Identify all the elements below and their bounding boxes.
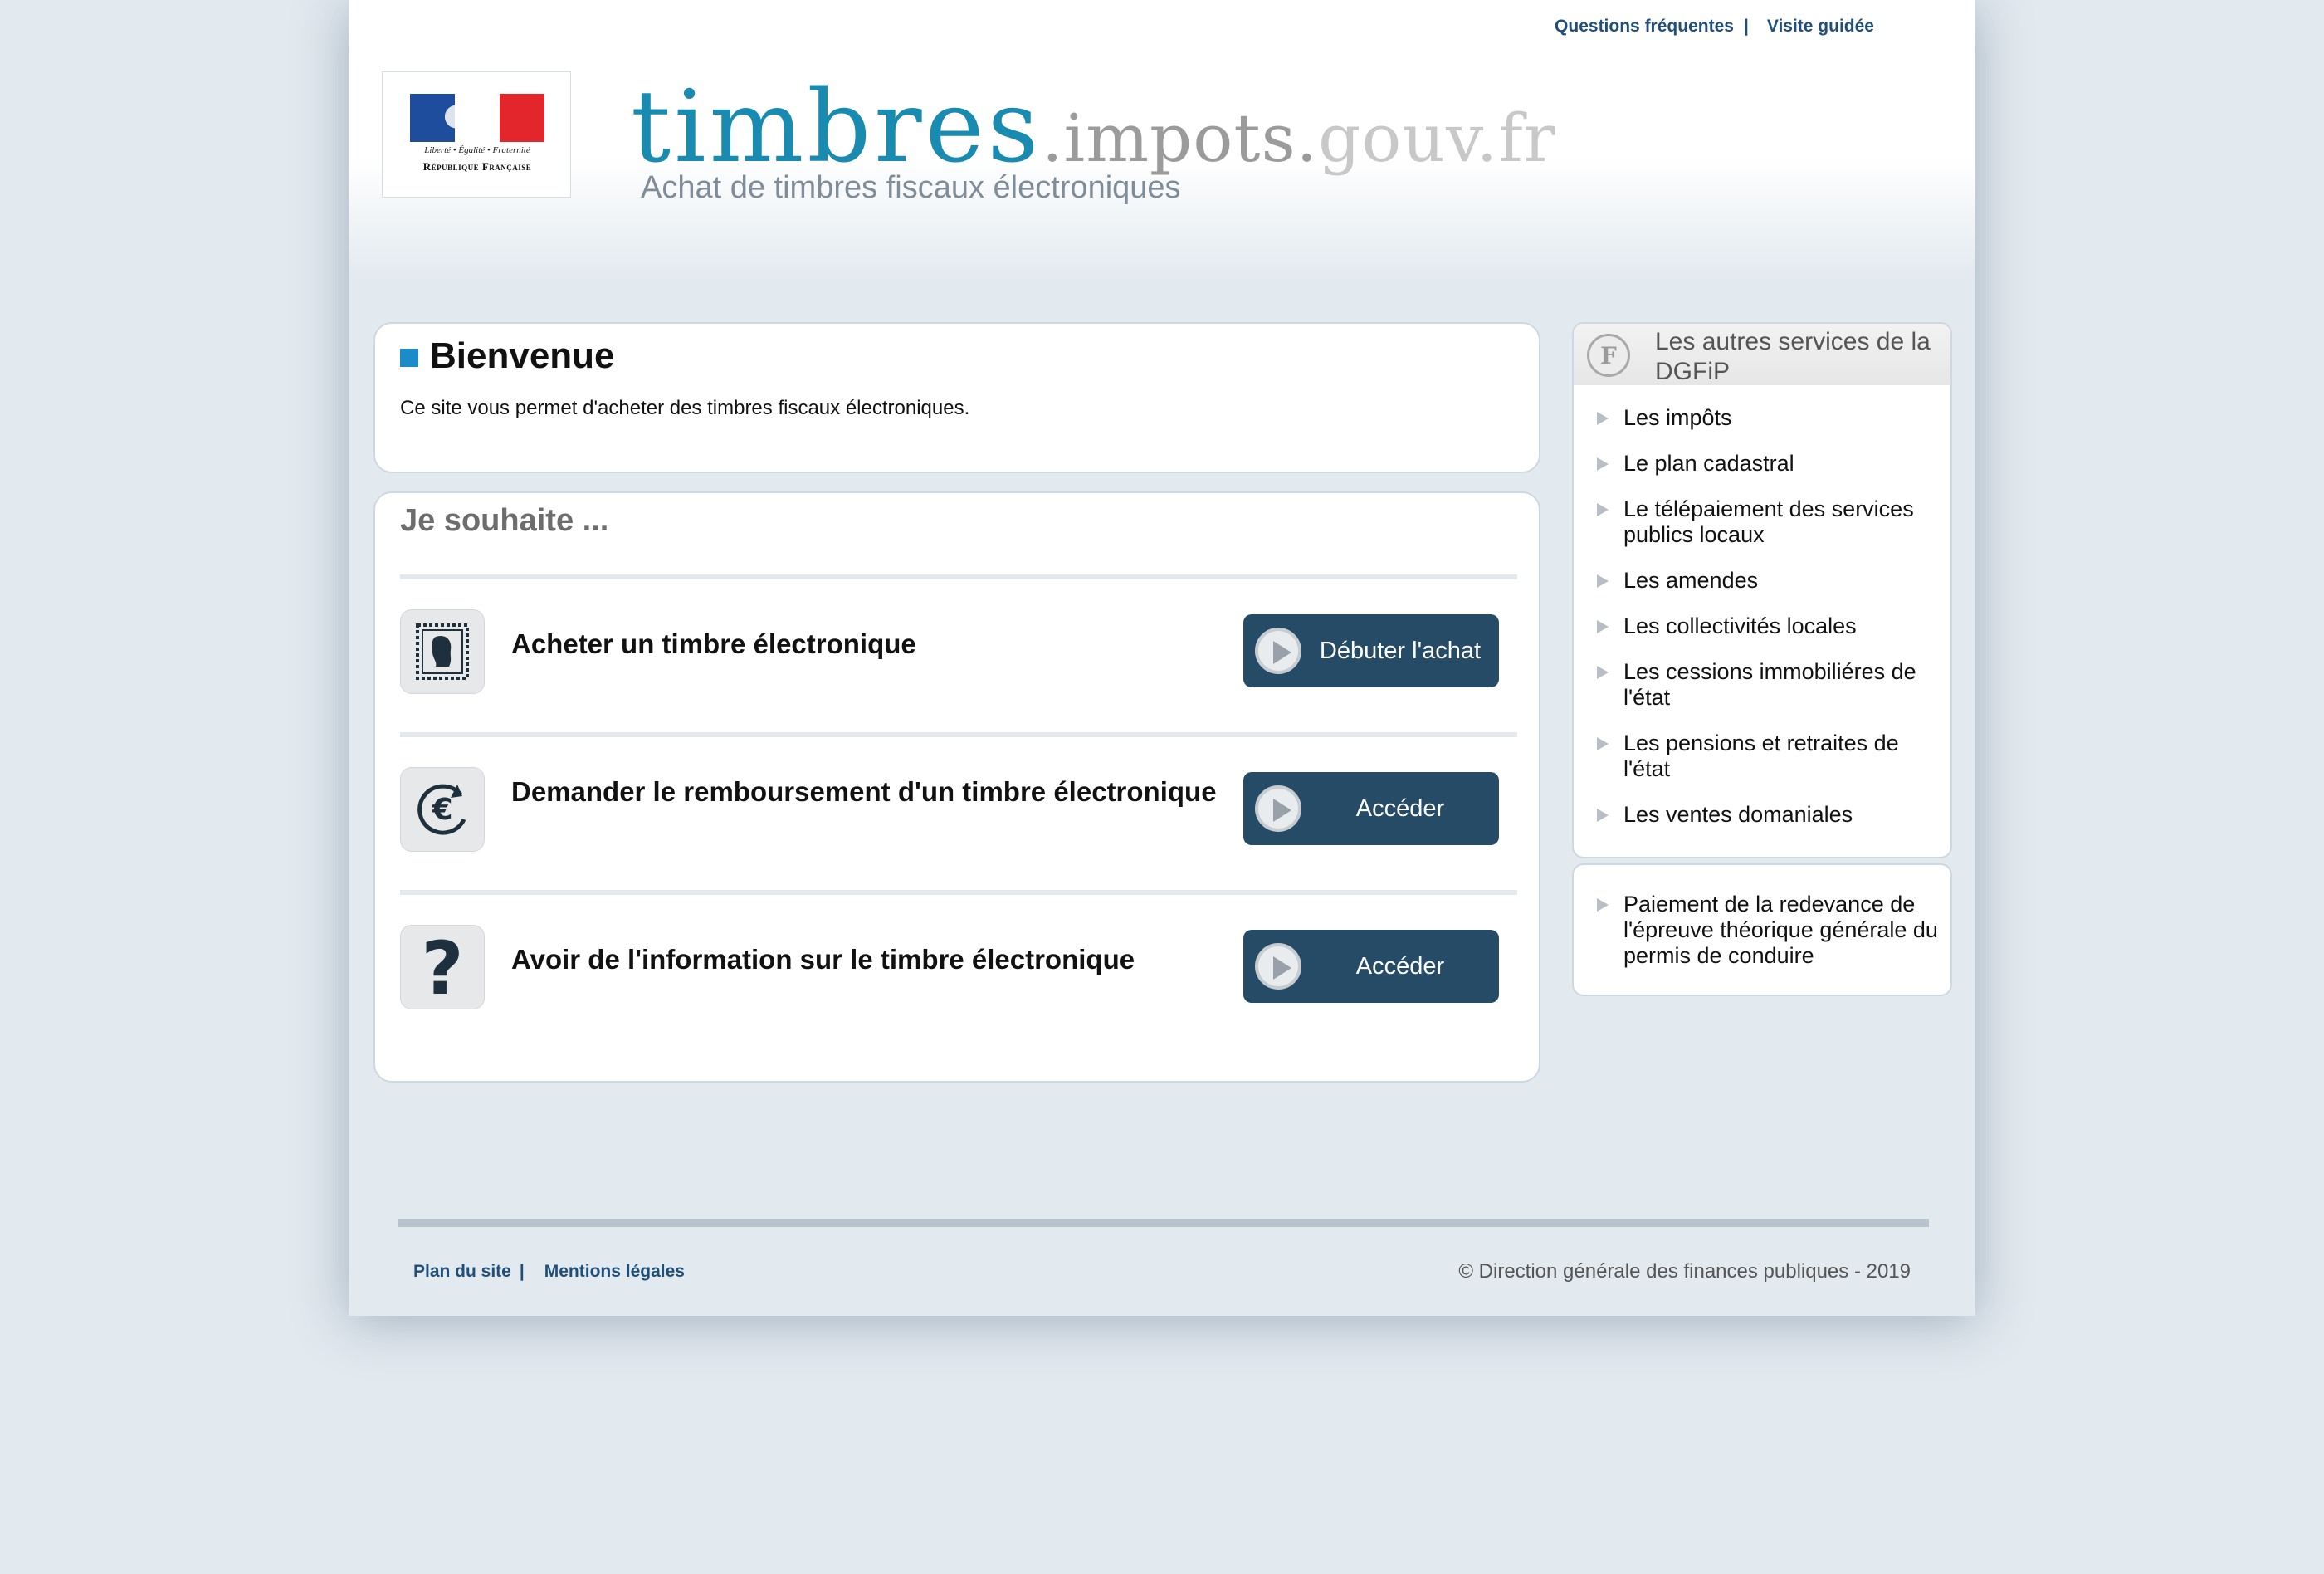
brand-gouv: gouv.fr	[1318, 100, 1556, 177]
legal-notice-link[interactable]: Mentions légales	[544, 1262, 685, 1282]
euro-refund-icon: €	[400, 767, 485, 852]
play-icon	[1255, 785, 1301, 832]
link-separator: |	[519, 1262, 525, 1281]
service-link-ventes[interactable]: Les ventes domaniales	[1595, 802, 1944, 828]
service-link-impots[interactable]: Les impôts	[1595, 405, 1944, 431]
action-row-info: ? Avoir de l'information sur le timbre é…	[400, 925, 1517, 1011]
marianne-icon	[432, 99, 472, 139]
footer-divider	[398, 1219, 1929, 1227]
service-link-collectivites[interactable]: Les collectivités locales	[1595, 613, 1944, 639]
service-link-cessions[interactable]: Les cessions immobiliéres de l'état	[1595, 659, 1944, 711]
action-row-refund: € Demander le remboursement d'un timbre …	[400, 767, 1517, 853]
buy-label: Acheter un timbre électronique	[511, 628, 916, 659]
site-header: Questions fréquentes | Visite guidée Lib…	[349, 0, 1975, 282]
other-services-panel: F Les autres services de la DGFiP Les im…	[1572, 322, 1952, 858]
page-container: Questions fréquentes | Visite guidée Lib…	[349, 0, 1975, 1316]
svg-text:€: €	[431, 793, 452, 827]
faq-link[interactable]: Questions fréquentes	[1555, 17, 1734, 37]
welcome-panel: Bienvenue Ce site vous permet d'acheter …	[374, 322, 1540, 473]
other-services-title: Les autres services de la DGFiP	[1655, 328, 1931, 385]
welcome-title: Bienvenue	[430, 335, 615, 376]
site-tagline: Achat de timbres fiscaux électroniques	[641, 170, 1181, 205]
info-label: Avoir de l'information sur le timbre éle…	[511, 944, 1135, 975]
driving-license-list: Paiement de la redevance de l'épreuve th…	[1595, 892, 1944, 989]
top-links: Questions fréquentes | Visite guidée	[1555, 17, 1874, 37]
info-access-label: Accéder	[1355, 952, 1445, 980]
guided-tour-link[interactable]: Visite guidée	[1767, 17, 1874, 37]
sitemap-link[interactable]: Plan du site	[413, 1262, 511, 1282]
divider	[400, 890, 1517, 895]
svg-text:?: ?	[421, 932, 463, 1002]
start-purchase-label: Débuter l'achat	[1319, 637, 1482, 664]
other-services-header: F Les autres services de la DGFiP	[1574, 324, 1950, 385]
dgfip-logo-icon: F	[1587, 334, 1630, 377]
question-mark-icon: ?	[400, 925, 485, 1009]
other-services-list: Les impôts Le plan cadastral Le télépaie…	[1595, 405, 1944, 848]
play-icon	[1255, 943, 1301, 990]
copyright-text: © Direction générale des finances publiq…	[1458, 1260, 1911, 1283]
wish-panel: Je souhaite ... Acheter un timbre électr…	[374, 491, 1540, 1083]
footer-links: Plan du site | Mentions légales	[413, 1262, 685, 1282]
service-link-pensions[interactable]: Les pensions et retraites de l'état	[1595, 731, 1944, 782]
republique-francaise-logo[interactable]: Liberté • Égalité • Fraternité Républiqu…	[382, 71, 571, 198]
french-flag-icon	[410, 94, 544, 142]
logo-devise: Liberté • Égalité • Fraternité	[424, 145, 530, 155]
site-brand[interactable]: timbres.impots.gouv.fr	[631, 70, 1556, 185]
driving-license-panel: Paiement de la redevance de l'épreuve th…	[1572, 863, 1952, 996]
refund-access-button[interactable]: Accéder	[1243, 772, 1499, 845]
refund-access-label: Accéder	[1355, 794, 1445, 822]
start-purchase-button[interactable]: Débuter l'achat	[1243, 614, 1499, 687]
driving-license-link[interactable]: Paiement de la redevance de l'épreuve th…	[1595, 892, 1944, 969]
service-link-cadastre[interactable]: Le plan cadastral	[1595, 451, 1944, 477]
brand-impots: .impots.	[1042, 100, 1319, 177]
logo-republique: République Française	[422, 160, 532, 173]
title-square-icon	[400, 349, 418, 367]
stamp-icon	[400, 609, 485, 694]
wish-title: Je souhaite ...	[400, 503, 609, 538]
info-access-button[interactable]: Accéder	[1243, 930, 1499, 1003]
action-row-buy: Acheter un timbre électronique Débuter l…	[400, 609, 1517, 696]
service-link-telepaiement[interactable]: Le télépaiement des services publics loc…	[1595, 496, 1944, 548]
refund-label: Demander le remboursement d'un timbre él…	[511, 776, 1217, 807]
divider	[400, 732, 1517, 737]
link-separator: |	[1743, 17, 1749, 36]
service-link-amendes[interactable]: Les amendes	[1595, 568, 1944, 594]
welcome-text: Ce site vous permet d'acheter des timbre…	[400, 397, 970, 419]
play-icon	[1255, 628, 1301, 674]
divider	[400, 574, 1517, 579]
brand-timbres: timbres	[631, 70, 1042, 185]
